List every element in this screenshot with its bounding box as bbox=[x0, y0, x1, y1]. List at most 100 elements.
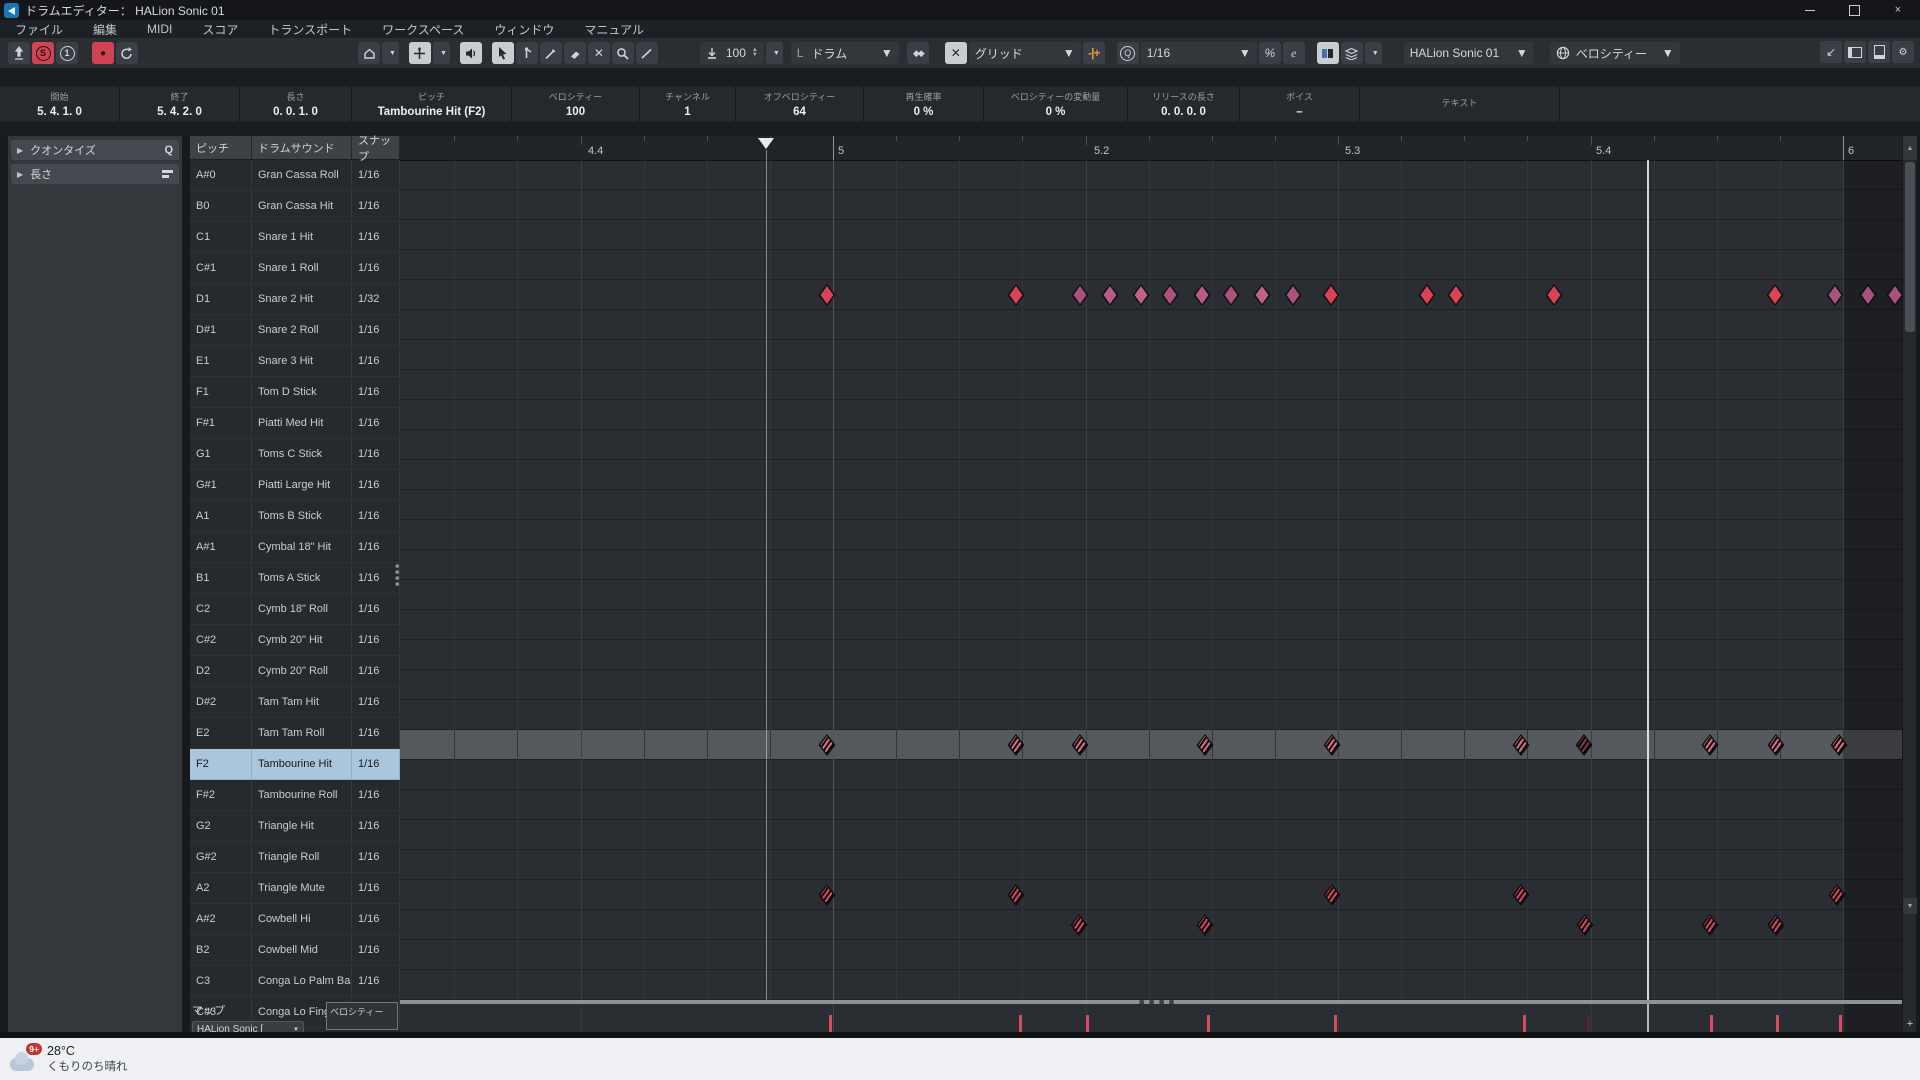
list-header-ドラムサウンド[interactable]: ドラムサウンド bbox=[252, 136, 352, 160]
weather-widget[interactable]: 9+ 28°C くもりのち晴れ bbox=[10, 1044, 128, 1074]
output-track-select[interactable]: HALion Sonic 01▼ bbox=[1404, 42, 1534, 64]
info-リリースの長さ[interactable]: リリースの長さ0. 0. 0. 0 bbox=[1128, 86, 1240, 122]
info-ベロシティー[interactable]: ベロシティー100 bbox=[512, 86, 640, 122]
info-オフベロシティー[interactable]: オフベロシティー64 bbox=[736, 86, 864, 122]
velocity-lane[interactable] bbox=[400, 1004, 1902, 1032]
drum-row-F1[interactable]: F1Tom D Stick1/16 bbox=[190, 377, 400, 408]
velocity-bar[interactable] bbox=[1523, 1015, 1526, 1032]
vertical-scrollbar[interactable]: ▲ ▼ + bbox=[1902, 136, 1916, 1032]
drum-row-E1[interactable]: E1Snare 3 Hit1/16 bbox=[190, 346, 400, 377]
info-再生確率[interactable]: 再生確率0 % bbox=[864, 86, 984, 122]
color-scheme-icon[interactable] bbox=[1341, 42, 1363, 64]
drum-row-G#2[interactable]: G#2Triangle Roll1/16 bbox=[190, 842, 400, 873]
event-colors-icon[interactable] bbox=[1317, 42, 1339, 64]
acoustic-feedback-icon[interactable] bbox=[116, 42, 138, 64]
relative-grid-icon[interactable]: -|+ bbox=[1083, 42, 1105, 64]
maximize-button[interactable] bbox=[1832, 0, 1876, 20]
drum-row-B1[interactable]: B1Toms A Stick1/16 bbox=[190, 563, 400, 594]
grid-lane-G2[interactable] bbox=[400, 790, 1902, 820]
drum-row-A2[interactable]: A2Triangle Mute1/16 bbox=[190, 873, 400, 904]
grid-lane-C2[interactable] bbox=[400, 580, 1902, 610]
iterative-quantize-icon[interactable]: % bbox=[1259, 42, 1281, 64]
grid-lane-F#2[interactable] bbox=[400, 760, 1902, 790]
drum-row-B2[interactable]: B2Cowbell Mid1/16 bbox=[190, 935, 400, 966]
list-header-スナップ[interactable]: スナップ bbox=[352, 136, 400, 160]
scroll-up-icon[interactable]: ▲ bbox=[1903, 136, 1917, 160]
timeline-ruler[interactable]: 4.455.25.35.46 bbox=[400, 136, 1902, 161]
quantize-preset-select[interactable]: 1/16▼ bbox=[1141, 42, 1257, 64]
expand-triangle-icon[interactable]: ▶ bbox=[17, 146, 23, 155]
snap-on-off-button[interactable]: ✕ bbox=[945, 42, 967, 64]
mute-tool-icon[interactable]: ✕ bbox=[588, 42, 610, 64]
info-長さ[interactable]: 長さ0. 0. 1. 0 bbox=[240, 86, 352, 122]
menu-item-編集[interactable]: 編集 bbox=[78, 20, 132, 38]
drum-row-C#1[interactable]: C#1Snare 1 Roll1/16 bbox=[190, 253, 400, 284]
drum-row-C#2[interactable]: C#2Cymb 20" Hit1/16 bbox=[190, 625, 400, 656]
trim-tool-icon[interactable] bbox=[540, 42, 562, 64]
record-in-editor-button[interactable]: ● bbox=[92, 42, 114, 64]
velocity-bar[interactable] bbox=[1086, 1015, 1089, 1032]
show-lower-zone-button[interactable] bbox=[1868, 41, 1890, 63]
quantize-icon[interactable]: Q bbox=[1117, 42, 1139, 64]
drum-row-D#2[interactable]: D#2Tam Tam Hit1/16 bbox=[190, 687, 400, 718]
workspace-icon[interactable] bbox=[358, 42, 380, 64]
drum-row-D1[interactable]: D1Snare 2 Hit1/32 bbox=[190, 284, 400, 315]
drum-row-A#1[interactable]: A#1Cymbal 18" Hit1/16 bbox=[190, 532, 400, 563]
insert-velocity-dropdown-icon[interactable]: ▼ bbox=[766, 42, 783, 64]
scrollbar-handle[interactable] bbox=[1905, 162, 1915, 332]
info-ピッチ[interactable]: ピッチTambourine Hit (F2) bbox=[352, 86, 512, 122]
grid-lane-D#2[interactable] bbox=[400, 670, 1902, 700]
velocity-bar[interactable] bbox=[1776, 1015, 1779, 1032]
info-テキスト[interactable]: テキスト bbox=[1360, 86, 1560, 122]
zoom-in-vertical-button[interactable]: + bbox=[1903, 1018, 1917, 1030]
drum-row-B0[interactable]: B0Gran Cassa Hit1/16 bbox=[190, 191, 400, 222]
list-resize-handle[interactable]: ⦁⦁⦁⦁ bbox=[395, 562, 400, 586]
eraser-tool-icon[interactable] bbox=[564, 42, 586, 64]
grid-lane-C#1[interactable] bbox=[400, 250, 1902, 280]
snap-type-select[interactable]: グリッド▼ bbox=[969, 42, 1081, 64]
controller-select[interactable]: ベロシティー▼ bbox=[1550, 42, 1680, 64]
insert-length-field[interactable]: Lドラム▼ bbox=[791, 42, 899, 64]
show-note-length-icon[interactable]: ◆◆ bbox=[907, 42, 929, 64]
auto-scroll-dropdown-icon[interactable]: ▼ bbox=[433, 42, 450, 64]
menu-item-スコア[interactable]: スコア bbox=[187, 20, 253, 38]
auto-scroll-button[interactable] bbox=[409, 42, 431, 64]
menu-item-ワークスペース[interactable]: ワークスペース bbox=[367, 20, 479, 38]
note-lanes[interactable] bbox=[400, 160, 1902, 1000]
grid-lane-B1[interactable] bbox=[400, 550, 1902, 580]
grid-lane-A#0[interactable] bbox=[400, 160, 1902, 190]
grid-lane-G1[interactable] bbox=[400, 430, 1902, 460]
grid-lane-F1[interactable] bbox=[400, 370, 1902, 400]
grid-lane-A#1[interactable] bbox=[400, 520, 1902, 550]
drum-row-F#2[interactable]: F#2Tambourine Roll1/16 bbox=[190, 780, 400, 811]
quantize-panel-icon[interactable]: e bbox=[1283, 42, 1305, 64]
expand-triangle-icon[interactable]: ▶ bbox=[17, 170, 23, 179]
grid-lane-G#1[interactable] bbox=[400, 460, 1902, 490]
grid-lane-B2[interactable] bbox=[400, 910, 1902, 940]
note-grid[interactable]: 4.455.25.35.46 bbox=[400, 136, 1902, 1032]
scroll-down-icon[interactable]: ▼ bbox=[1903, 898, 1917, 914]
workspace-dropdown-icon[interactable]: ▼ bbox=[382, 42, 399, 64]
drum-row-D#1[interactable]: D#1Snare 2 Roll1/16 bbox=[190, 315, 400, 346]
grid-lane-B0[interactable] bbox=[400, 190, 1902, 220]
list-header-ピッチ[interactable]: ピッチ bbox=[190, 136, 252, 160]
drum-row-C3[interactable]: C3Conga Lo Palm Bass1/16 bbox=[190, 966, 400, 997]
grid-lane-A#2[interactable] bbox=[400, 880, 1902, 910]
grid-lane-C#2[interactable] bbox=[400, 610, 1902, 640]
velocity-bar[interactable] bbox=[829, 1015, 832, 1032]
velocity-bar[interactable] bbox=[1839, 1015, 1842, 1032]
menu-item-マニュアル[interactable]: マニュアル bbox=[569, 20, 659, 38]
drum-row-G2[interactable]: G2Triangle Hit1/16 bbox=[190, 811, 400, 842]
drum-row-A#0[interactable]: A#0Gran Cassa Roll1/16 bbox=[190, 160, 400, 191]
velocity-bar[interactable] bbox=[1019, 1015, 1022, 1032]
info-ベロシティーの変動量[interactable]: ベロシティーの変動量0 % bbox=[984, 86, 1128, 122]
record-reference-button[interactable]: 1 bbox=[56, 42, 78, 64]
open-in-lower-zone-icon[interactable]: ↙ bbox=[1820, 41, 1842, 63]
grid-lane-C#3[interactable] bbox=[400, 970, 1902, 1000]
grid-lane-D2[interactable] bbox=[400, 640, 1902, 670]
drum-row-F#1[interactable]: F#1Piatti Med Hit1/16 bbox=[190, 408, 400, 439]
object-selection-tool[interactable] bbox=[492, 42, 514, 64]
minimize-button[interactable] bbox=[1788, 0, 1832, 20]
show-left-zone-button[interactable] bbox=[1844, 41, 1866, 63]
playhead-marker[interactable] bbox=[758, 138, 774, 149]
